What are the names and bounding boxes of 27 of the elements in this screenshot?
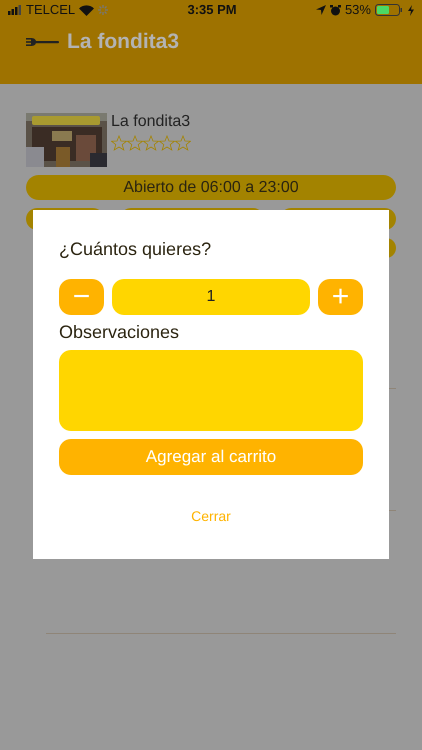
restaurant-name: La fondita3 [111,113,191,131]
alarm-icon [330,4,341,16]
wifi-icon [79,4,94,16]
battery-percent: 53% [344,1,371,20]
dialog-title: ¿Cuántos quieres? [59,238,212,261]
signal-icon [8,5,22,15]
star-icon [175,134,191,151]
add-to-cart-button[interactable]: Agregar al carrito [59,439,363,475]
star-icon [143,134,159,151]
status-time: 3:35 PM [186,1,238,20]
close-button[interactable]: Cerrar [185,505,237,528]
plus-button[interactable]: + [318,279,363,315]
location-icon [316,5,326,15]
notes-label: Observaciones [59,321,180,344]
minus-button[interactable]: − [59,279,104,315]
notes-field[interactable] [59,350,363,431]
fork-icon [26,37,59,47]
charging-icon [408,4,414,16]
star-icon [111,134,127,151]
app-title: La fondita3 [67,29,180,56]
star-icon [159,134,175,151]
hours-badge: Abierto de 06:00 a 23:00 [26,175,396,200]
quantity-field[interactable]: 1 [112,279,310,315]
battery-icon [374,4,404,16]
star-icon [127,134,143,151]
carrier-name: TELCEL [26,1,76,20]
activity-spinner-icon [98,5,108,15]
